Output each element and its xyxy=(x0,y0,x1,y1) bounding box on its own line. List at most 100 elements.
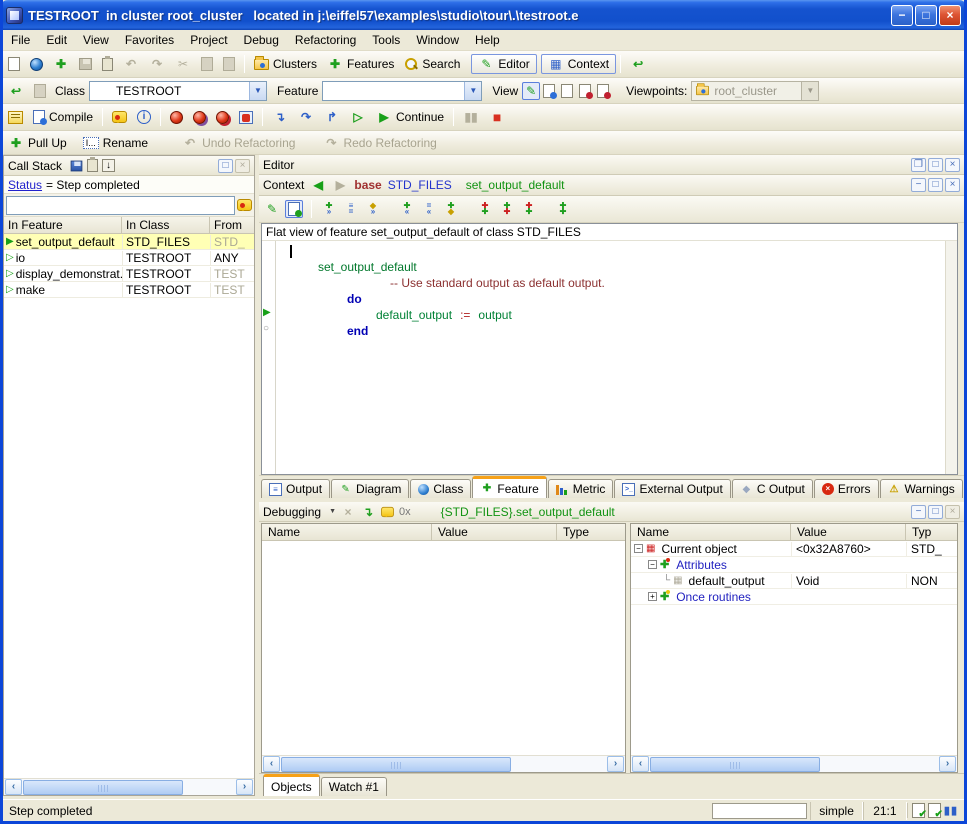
feature-creators-icon[interactable]: ◆» xyxy=(364,203,382,215)
object-tree-row[interactable]: └ ▦ default_output Void NON xyxy=(631,573,957,589)
tab-c-output[interactable]: ◆C Output xyxy=(732,479,813,498)
new-window-button[interactable] xyxy=(3,55,25,73)
history-back-button[interactable]: ↩ xyxy=(3,81,29,101)
minimize-window-button[interactable]: − xyxy=(891,5,913,26)
column-type[interactable]: Type xyxy=(557,524,625,540)
watch-hscrollbar[interactable]: ‹ › xyxy=(262,755,625,772)
column-value[interactable]: Value xyxy=(432,524,557,540)
tab-objects[interactable]: Objects xyxy=(263,774,320,796)
call-stack-header[interactable]: Call Stack ↓ □ × xyxy=(4,156,254,176)
object-tree-row[interactable]: + ✚ Once routines xyxy=(631,589,957,605)
history-forward-button[interactable] xyxy=(29,82,51,100)
scroll-right-arrow[interactable]: › xyxy=(607,756,624,772)
enable-breakpoints-button[interactable] xyxy=(165,109,188,126)
object-tree-row[interactable]: − ▦ Current object <0x32A8760> STD_ xyxy=(631,541,957,557)
menu-tools[interactable]: Tools xyxy=(364,31,408,49)
minimize-panel-icon[interactable]: − xyxy=(911,505,926,519)
stack-filter-input[interactable] xyxy=(6,196,235,215)
tab-external-output[interactable]: >_External Output xyxy=(614,479,730,498)
feature-combobox-arrow[interactable]: ▼ xyxy=(464,82,481,100)
call-stack-row[interactable]: ▷io TESTROOT ANY xyxy=(4,250,254,266)
class-clients-icon[interactable]: ✚✚ xyxy=(520,203,538,215)
objects-hscrollbar[interactable]: ‹ › xyxy=(631,755,957,772)
pause-button[interactable]: ▮▮ xyxy=(458,107,484,127)
close-window-button[interactable]: × xyxy=(939,5,961,26)
undo-button[interactable]: ↶ xyxy=(118,54,144,74)
menu-help[interactable]: Help xyxy=(467,31,508,49)
open-button[interactable] xyxy=(25,56,48,73)
copy-call-stack-icon[interactable] xyxy=(87,159,98,172)
close-panel-icon[interactable]: × xyxy=(235,159,250,173)
breadcrumb-class[interactable]: STD_FILES xyxy=(388,178,452,192)
code-area[interactable]: ▶ ○ set_output_default -- Use standard o… xyxy=(262,241,957,474)
tab-diagram[interactable]: ✎Diagram xyxy=(331,479,409,498)
save-call-stack-icon[interactable] xyxy=(71,160,83,171)
close-panel-icon[interactable]: × xyxy=(945,178,960,192)
title-bar[interactable]: TESTROOT in cluster root_cluster located… xyxy=(0,0,967,30)
scroll-right-arrow[interactable]: › xyxy=(939,756,956,772)
tab-errors[interactable]: ×Errors xyxy=(814,479,879,498)
save-all-button[interactable] xyxy=(97,56,118,73)
tab-feature[interactable]: ✚Feature xyxy=(472,476,546,498)
feature-creations-icon[interactable]: ✚◆ xyxy=(442,203,460,215)
column-name[interactable]: Name xyxy=(262,524,432,540)
minimize-panel-icon[interactable]: − xyxy=(911,178,926,192)
feature-callers-icon[interactable]: ✚» xyxy=(320,203,338,215)
maximize-panel-icon[interactable]: □ xyxy=(218,159,233,173)
column-from[interactable]: From xyxy=(210,217,254,233)
menu-file[interactable]: File xyxy=(3,31,38,49)
switch-view-icon[interactable]: ↴ xyxy=(360,504,376,520)
view-flat-button[interactable] xyxy=(558,82,576,100)
expand-icon[interactable]: + xyxy=(648,592,657,601)
breakpoints-window-button[interactable] xyxy=(234,109,258,126)
close-panel-icon[interactable]: × xyxy=(945,505,960,519)
tab-warnings[interactable]: ⚠Warnings xyxy=(880,479,963,498)
close-panel-icon[interactable]: × xyxy=(945,158,960,172)
project-info-button[interactable]: i xyxy=(132,108,156,126)
scroll-left-arrow[interactable]: ‹ xyxy=(263,756,280,772)
import-call-stack-icon[interactable]: ↓ xyxy=(102,159,115,172)
breakpoint-slot-icon[interactable]: ○ xyxy=(263,323,269,334)
tab-class[interactable]: Class xyxy=(410,479,471,498)
menu-view[interactable]: View xyxy=(75,31,117,49)
debugging-panel-header[interactable]: Debugging ▼ × ↴ 0x {STD_FILES}.set_outpu… xyxy=(259,502,964,522)
clusters-button[interactable]: Clusters xyxy=(249,55,322,73)
stop-button[interactable]: ■ xyxy=(484,107,510,127)
cut-button[interactable]: ✂ xyxy=(170,54,196,74)
maximize-panel-icon[interactable]: □ xyxy=(928,158,943,172)
column-name[interactable]: Name xyxy=(631,524,791,540)
debugging-dropdown-icon[interactable]: ▼ xyxy=(329,508,336,515)
search-button[interactable]: Search xyxy=(399,55,465,73)
step-over-button[interactable]: ↷ xyxy=(293,107,319,127)
feature-assignees-icon[interactable]: =« xyxy=(420,203,438,215)
undo-refactoring-button[interactable]: ↶ Undo Refactoring xyxy=(177,133,300,153)
menu-favorites[interactable]: Favorites xyxy=(117,31,182,49)
scroll-thumb[interactable] xyxy=(650,757,820,772)
paste-button[interactable] xyxy=(218,55,240,73)
class-combobox[interactable]: TESTROOT ▼ xyxy=(89,81,267,101)
view-formatted-button[interactable] xyxy=(540,82,558,100)
call-stack-row[interactable]: ▷display_demonstrat... TESTROOT TEST xyxy=(4,266,254,282)
view-editor-button[interactable]: ✎ xyxy=(522,82,540,100)
disable-breakpoints-button[interactable] xyxy=(188,109,211,126)
redo-button[interactable]: ↷ xyxy=(144,54,170,74)
editor-toggle-button[interactable]: ✎ Editor xyxy=(471,54,536,74)
run-to-cursor-button[interactable]: ▷ xyxy=(345,107,371,127)
redo-refactoring-button[interactable]: ↷ Redo Refactoring xyxy=(318,133,441,153)
copy-button[interactable] xyxy=(196,55,218,73)
column-type[interactable]: Typ xyxy=(906,524,957,540)
editor-panel-header[interactable]: Editor ❐ □ × xyxy=(259,155,964,175)
melt-button[interactable] xyxy=(107,109,132,125)
new-item-button[interactable]: ✚ xyxy=(48,54,74,74)
object-tree-row[interactable]: − ✚ Attributes xyxy=(631,557,957,573)
call-stack-row[interactable]: ▶set_output_default STD_FILES STD_ xyxy=(4,234,254,250)
menu-refactoring[interactable]: Refactoring xyxy=(287,31,364,49)
edit-feature-button[interactable]: ✎ xyxy=(263,200,281,218)
context-toggle-button[interactable]: ▦ Context xyxy=(541,54,616,74)
feature-combobox[interactable]: ▼ xyxy=(322,81,482,101)
step-into-button[interactable]: ↴ xyxy=(267,107,293,127)
remove-breakpoints-button[interactable] xyxy=(211,109,234,126)
new-feature-view-button[interactable] xyxy=(285,200,303,218)
context-back-icon[interactable]: ◀ xyxy=(310,177,326,193)
editor-vscrollbar[interactable] xyxy=(945,241,957,474)
